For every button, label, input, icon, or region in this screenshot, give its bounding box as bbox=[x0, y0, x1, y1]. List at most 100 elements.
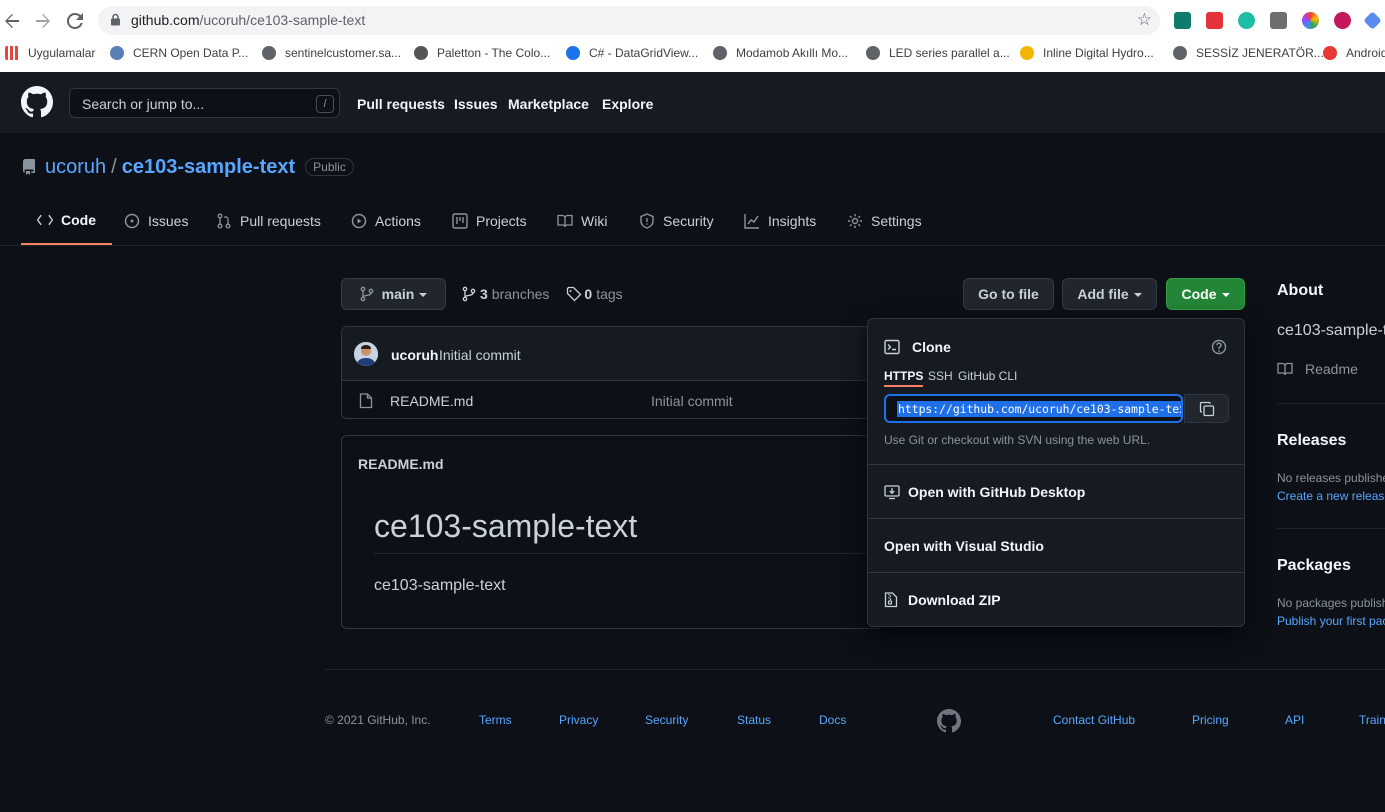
clone-hint: Use Git or checkout with SVN using the w… bbox=[884, 433, 1151, 447]
repo-owner-link[interactable]: ucoruh bbox=[45, 156, 106, 179]
tab-issues[interactable]: Issues bbox=[124, 197, 188, 245]
tab-pull-requests[interactable]: Pull requests bbox=[216, 197, 321, 245]
bookmarks-bar: Uygulamalar CERN Open Data P... sentinelcu… bbox=[0, 42, 1385, 64]
open-visual-studio[interactable]: Open with Visual Studio bbox=[868, 518, 1244, 572]
branches-link[interactable]: 3 branches bbox=[462, 286, 549, 302]
bookmark-item[interactable]: SESSİZ JENERATÖR... bbox=[1173, 44, 1324, 62]
globe-icon bbox=[866, 46, 880, 60]
tab-actions[interactable]: Actions bbox=[351, 197, 421, 245]
lock-icon[interactable] bbox=[110, 13, 121, 29]
clone-tab-ssh[interactable]: SSH bbox=[928, 369, 953, 383]
tab-insights[interactable]: Insights bbox=[744, 197, 816, 245]
tab-security[interactable]: Security bbox=[639, 197, 714, 245]
back-arrow-icon[interactable] bbox=[0, 9, 24, 33]
commit-author[interactable]: ucoruh bbox=[391, 347, 438, 363]
tab-label: Pull requests bbox=[240, 213, 321, 229]
about-description: ce103-sample-text bbox=[1277, 322, 1385, 339]
tab-wiki[interactable]: Wiki bbox=[557, 197, 607, 245]
reload-icon[interactable] bbox=[63, 9, 87, 33]
clone-url-text: https://github.com/ucoruh/ce103-sample-t… bbox=[897, 401, 1181, 417]
footer-training[interactable]: Training bbox=[1359, 713, 1385, 727]
nav-issues[interactable]: Issues bbox=[454, 96, 498, 112]
branch-select-button[interactable]: main bbox=[341, 278, 446, 310]
footer-contact[interactable]: Contact GitHub bbox=[1053, 713, 1135, 727]
bookmark-label: Uygulamalar bbox=[28, 46, 96, 60]
nav-explore[interactable]: Explore bbox=[602, 96, 653, 112]
bookmark-item[interactable]: C# - DataGridView... bbox=[566, 44, 698, 62]
go-to-file-button[interactable]: Go to file bbox=[963, 278, 1054, 310]
extension-box-icon[interactable] bbox=[1270, 12, 1287, 29]
branch-icon bbox=[462, 286, 476, 302]
bookmark-item[interactable]: Android bbox=[1323, 44, 1385, 62]
url-text[interactable]: github.com/ucoruh/ce103-sample-text bbox=[131, 12, 365, 28]
nav-pull-requests[interactable]: Pull requests bbox=[357, 96, 445, 112]
bookmark-item[interactable]: sentinelcustomer.sa... bbox=[262, 44, 401, 62]
extension-cap-icon[interactable] bbox=[1363, 11, 1382, 30]
footer-status[interactable]: Status bbox=[737, 713, 771, 727]
github-logo-icon[interactable] bbox=[21, 86, 53, 121]
play-icon bbox=[351, 213, 367, 229]
tab-code[interactable]: Code bbox=[21, 197, 112, 245]
clone-tab-cli[interactable]: GitHub CLI bbox=[958, 369, 1017, 383]
packages-title[interactable]: Packages bbox=[1277, 557, 1351, 575]
copy-button[interactable] bbox=[1184, 394, 1229, 423]
bookmark-item[interactable]: Inline Digital Hydro... bbox=[1020, 44, 1154, 62]
tab-label: Code bbox=[61, 212, 96, 228]
visibility-badge: Public bbox=[305, 158, 354, 176]
add-file-button[interactable]: Add file bbox=[1062, 278, 1157, 310]
gear-icon bbox=[847, 213, 863, 229]
avatar[interactable] bbox=[354, 342, 378, 366]
footer-security[interactable]: Security bbox=[645, 713, 688, 727]
tags-link[interactable]: 0 tags bbox=[566, 286, 623, 302]
table-row[interactable]: README.md Initial commit bbox=[342, 381, 882, 419]
tab-settings[interactable]: Settings bbox=[847, 197, 922, 245]
footer-privacy[interactable]: Privacy bbox=[559, 713, 598, 727]
globe-icon bbox=[1173, 46, 1187, 60]
bookmark-star-icon[interactable]: ☆ bbox=[1137, 10, 1152, 30]
bookmark-item[interactable]: Uygulamalar bbox=[5, 44, 95, 62]
extension-m-icon[interactable] bbox=[1238, 12, 1255, 29]
extension-power-icon[interactable] bbox=[1334, 12, 1351, 29]
nav-marketplace[interactable]: Marketplace bbox=[508, 96, 589, 112]
download-zip[interactable]: Download ZIP bbox=[868, 572, 1244, 626]
file-commit-message[interactable]: Initial commit bbox=[651, 393, 733, 409]
footer-divider bbox=[325, 669, 1385, 670]
repo-name-link[interactable]: ce103-sample-text bbox=[122, 156, 295, 179]
readme-link[interactable]: Readme bbox=[1277, 361, 1358, 377]
publish-package-link[interactable]: Publish your first package bbox=[1277, 614, 1385, 628]
extension-grid-icon[interactable] bbox=[1206, 12, 1223, 29]
footer-docs[interactable]: Docs bbox=[819, 713, 846, 727]
bookmark-item[interactable]: CERN Open Data P... bbox=[110, 44, 248, 62]
readme-filename[interactable]: README.md bbox=[358, 456, 444, 472]
tab-projects[interactable]: Projects bbox=[452, 197, 527, 245]
bookmark-item[interactable]: Modamob Akıllı Mo... bbox=[713, 44, 848, 62]
bookmark-item[interactable]: LED series parallel a... bbox=[866, 44, 1010, 62]
code-button[interactable]: Code bbox=[1166, 278, 1245, 310]
forward-arrow-icon[interactable] bbox=[31, 9, 55, 33]
footer-pricing[interactable]: Pricing bbox=[1192, 713, 1229, 727]
help-icon[interactable] bbox=[1211, 339, 1227, 355]
tab-label: Issues bbox=[148, 213, 189, 229]
extension-s-icon[interactable] bbox=[1174, 12, 1191, 29]
chevron-down-icon bbox=[1133, 293, 1142, 297]
globe-icon bbox=[713, 46, 727, 60]
releases-title[interactable]: Releases bbox=[1277, 432, 1346, 450]
book-icon bbox=[1277, 361, 1293, 377]
clone-tab-https[interactable]: HTTPS bbox=[884, 369, 924, 387]
github-mark-icon[interactable] bbox=[937, 709, 961, 733]
bookmark-item[interactable]: Paletton - The Colo... bbox=[414, 44, 550, 62]
open-github-desktop[interactable]: Open with GitHub Desktop bbox=[868, 464, 1244, 518]
tab-label: Insights bbox=[768, 213, 817, 229]
divider bbox=[1277, 403, 1385, 404]
footer-api[interactable]: API bbox=[1285, 713, 1304, 727]
footer-terms[interactable]: Terms bbox=[479, 713, 512, 727]
file-name-link[interactable]: README.md bbox=[390, 393, 473, 409]
search-input[interactable]: Search or jump to... / bbox=[69, 88, 340, 118]
commit-message[interactable]: Initial commit bbox=[439, 347, 521, 363]
globe-icon bbox=[262, 46, 276, 60]
tag-icon bbox=[566, 286, 582, 302]
address-bar[interactable]: github.com/ucoruh/ce103-sample-text ☆ bbox=[98, 6, 1160, 35]
clone-url-input[interactable]: https://github.com/ucoruh/ce103-sample-t… bbox=[884, 394, 1183, 423]
create-release-link[interactable]: Create a new release bbox=[1277, 489, 1385, 503]
extension-color-icon[interactable] bbox=[1302, 12, 1319, 29]
